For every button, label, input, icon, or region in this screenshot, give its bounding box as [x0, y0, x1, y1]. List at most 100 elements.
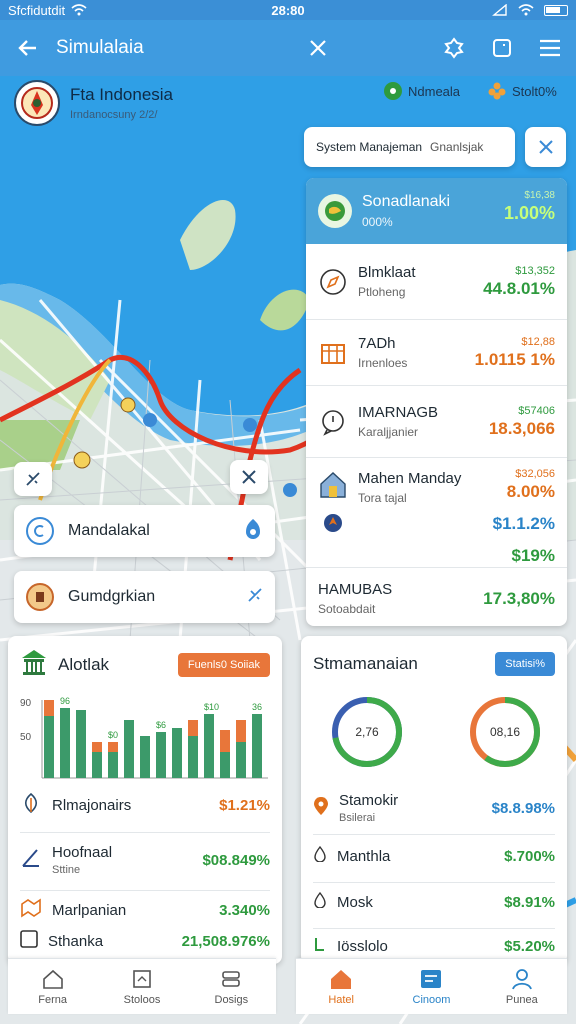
region-header-small: $16,38	[524, 190, 555, 201]
bar-green	[108, 752, 118, 778]
location-pin-icon[interactable]	[243, 518, 263, 545]
bottom-nav-left: Ferna Stoloos Dosigs	[8, 958, 276, 1014]
collapse-icon	[26, 472, 40, 486]
menu-button[interactable]	[532, 30, 568, 66]
location-title: Fta Indonesia	[70, 85, 174, 104]
building-icon	[318, 338, 348, 368]
stats-row-title: Manthla	[337, 848, 391, 865]
bar-orange	[44, 700, 54, 716]
stats-row-title: Mosk	[337, 894, 373, 911]
checkbox-icon[interactable]	[20, 930, 38, 953]
menu-icon	[540, 39, 560, 57]
nav-home[interactable]: Ferna	[8, 959, 97, 1014]
app-bar: Simulalaia	[0, 20, 576, 76]
divider	[313, 834, 555, 835]
y-tick-label: 50	[20, 732, 32, 743]
stats-row[interactable]: Mosk $8.91%	[313, 891, 555, 913]
region-small: $12,88	[521, 335, 555, 348]
analytics-row[interactable]: Rlmajonairs $1.21%	[20, 792, 270, 819]
nav-hotel[interactable]: Hatel	[296, 959, 386, 1014]
location-marker-icon	[318, 508, 348, 538]
region-value: 8.00%	[506, 482, 555, 501]
analytics-row-value: $1.21%	[219, 797, 270, 814]
region-small: $13,352	[515, 264, 555, 277]
region-row[interactable]: Mahen Manday Tora tajal $32,056 8.00% $1…	[306, 458, 567, 568]
region-title: IMARNAGB	[358, 404, 439, 421]
bar-green	[44, 716, 54, 778]
stats-row-value: $8.8.98%	[491, 799, 555, 817]
user-icon	[511, 968, 532, 989]
stats-row[interactable]: Manthla $.700%	[313, 845, 555, 867]
compass-icon	[318, 267, 348, 297]
drop-icon	[313, 891, 327, 913]
region-small: $57406	[518, 404, 555, 417]
close-icon	[242, 470, 256, 484]
map-close-button[interactable]	[230, 460, 268, 494]
grid-icon	[421, 969, 442, 988]
nav-designs[interactable]: Dosigs	[187, 959, 276, 1014]
chip-status-label: Ndmeala	[408, 83, 461, 99]
region-list-header[interactable]: Sonadlanaki 000% $16,38 1.00%	[306, 178, 567, 244]
collapse-button[interactable]	[14, 462, 52, 496]
nav-stats[interactable]: Stoloos	[97, 959, 186, 1014]
analytics-row[interactable]: Hoofnaal Sttine $08.849%	[20, 844, 270, 876]
analytics-row[interactable]: Marlpanian 3.340%	[20, 898, 270, 923]
pin-icon	[313, 796, 329, 821]
pill-mandalakal[interactable]: Mandalakal	[14, 505, 275, 557]
analytics-bar-chart: 90 50 96 $0 $6 $10 36	[20, 696, 268, 779]
share-button[interactable]	[484, 30, 520, 66]
pen-icon	[20, 847, 42, 874]
chip-score[interactable]: Stolt0%	[488, 82, 557, 100]
bar-orange	[92, 742, 102, 752]
donut-two-label: 08,16	[490, 725, 520, 739]
region-row[interactable]: IMARNAGB Karaljjanier $57406 18.3,066	[306, 386, 567, 458]
stats-row-value: $8.91%	[504, 894, 555, 911]
stats-row[interactable]: Stamokir Bsilerai $8.8.98%	[313, 792, 555, 824]
pill-gumdgrkian[interactable]: Gumdgrkian	[14, 571, 275, 623]
chip-status[interactable]: Ndmeala	[384, 82, 460, 100]
collapse-icon[interactable]	[247, 587, 263, 608]
system-bar[interactable]: System Manajeman Gnanlsjak	[304, 127, 515, 167]
region-header-subtitle: 000%	[362, 215, 393, 229]
nav-label: Punea	[505, 993, 538, 1006]
arrow-left-icon	[18, 40, 36, 56]
region-subtitle: Ptloheng	[358, 285, 406, 299]
puzzle-button[interactable]	[436, 30, 472, 66]
analytics-row[interactable]: Sthanka 21,508.976%	[20, 930, 270, 953]
bar-orange	[236, 720, 246, 742]
analytics-row-title: Marlpanian	[52, 902, 127, 919]
layers-icon	[222, 970, 241, 987]
region-row[interactable]: HAMUBAS Sotoabdait 17.3,80%	[306, 568, 567, 626]
close-icon	[310, 40, 326, 56]
chat-icon	[318, 407, 348, 437]
bar-green	[76, 710, 86, 778]
divider	[313, 882, 555, 883]
close-button[interactable]	[302, 32, 334, 64]
analytics-row-title: Hoofnaal	[52, 844, 113, 861]
analytics-row-title: Rlmajonairs	[52, 797, 132, 814]
temple-icon	[20, 648, 48, 681]
region-row[interactable]: 7ADh Irnenloes $12,88 1.0115 1%	[306, 320, 567, 386]
home-filled-icon	[331, 969, 352, 989]
analytics-badge[interactable]: Fuenls0 Soiiak	[177, 652, 270, 677]
nav-common[interactable]: Cinoom	[386, 959, 476, 1014]
stats-row[interactable]: Iösslolo $5.20%	[313, 936, 555, 957]
system-close-button[interactable]	[525, 127, 566, 167]
stats-badge[interactable]: Statisi%	[495, 652, 555, 676]
circle-c-icon	[26, 517, 54, 545]
puzzle-icon	[444, 37, 464, 59]
bar-data-label: 36	[252, 702, 262, 712]
region-title: Mahen Manday	[358, 470, 462, 487]
analytics-row-subtitle: Sttine	[52, 864, 81, 876]
region-value: 44.8.01%	[483, 278, 555, 298]
house-icon	[318, 470, 348, 500]
home-icon	[42, 969, 63, 989]
analytics-card: Alotlak Fuenls0 Soiiak 90 50 96 $0 $6 $10 36 R…	[8, 636, 282, 964]
signal-icon	[492, 4, 507, 16]
back-button[interactable]	[0, 20, 56, 76]
analytics-row-value: 21,508.976%	[181, 933, 270, 950]
nav-profile[interactable]: Punea	[477, 959, 567, 1014]
region-row[interactable]: Blmklaat Ptloheng $13,352 44.8.01%	[306, 244, 567, 320]
divider	[313, 928, 555, 929]
system-bar-sub: Gnanlsjak	[430, 140, 484, 154]
